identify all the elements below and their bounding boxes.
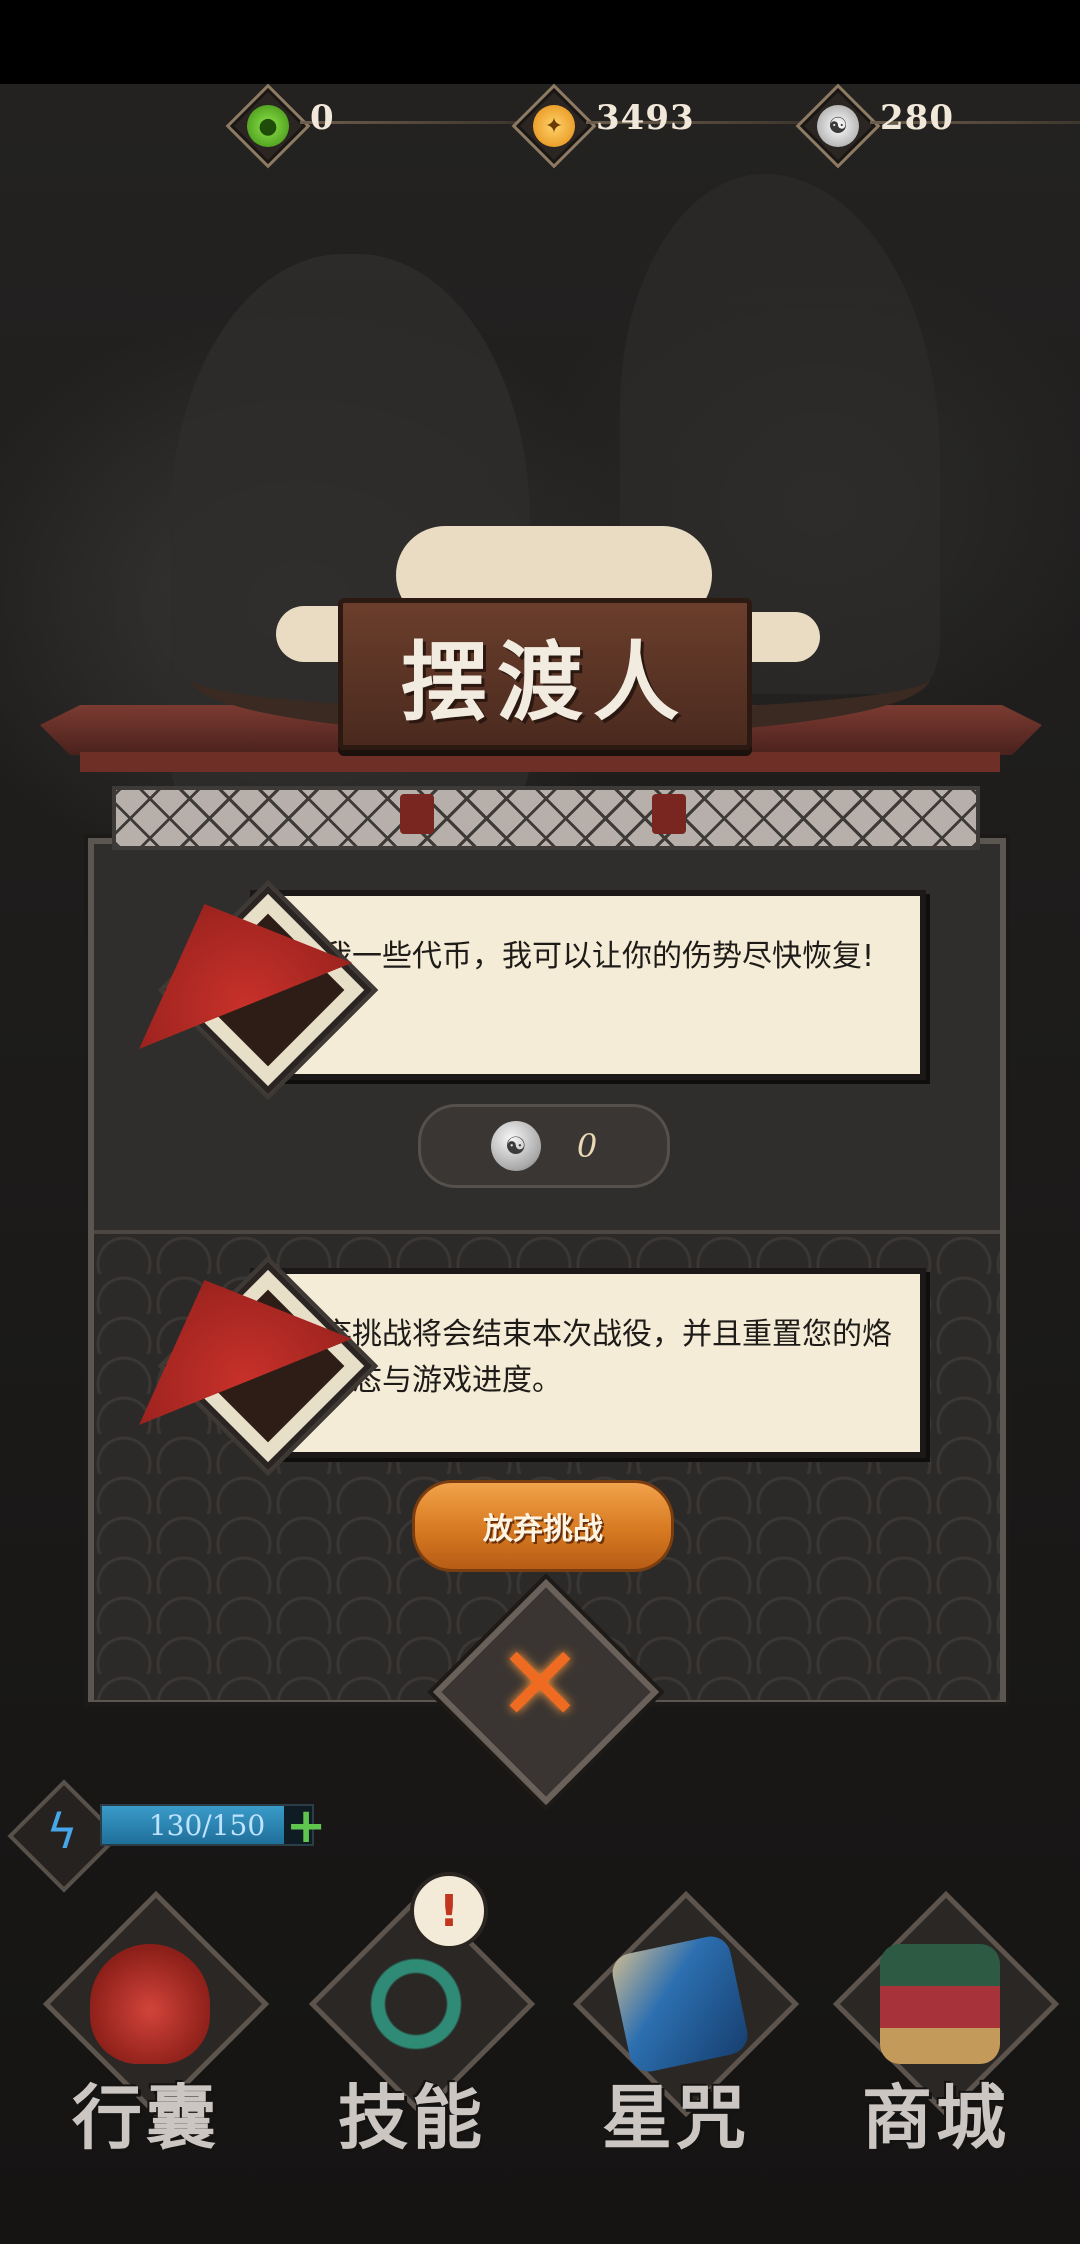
lattice-frieze [112,786,980,850]
nav-shop[interactable]: 商城 [826,1890,1060,2164]
nav-bag[interactable]: 行囊 [36,1890,270,2164]
nav-label: 商城 [862,2076,1010,2159]
abandon-challenge-button[interactable]: 放弃挑战 [412,1480,674,1572]
bag-icon [90,1944,210,2064]
dialog-title: 摆渡人 [401,631,689,733]
flame-ornament-icon [400,794,434,834]
heal-cost-value: 0 [576,1127,598,1165]
nav-star-spell[interactable]: 星咒 [566,1890,800,2164]
heal-message: 给我一些代币，我可以让你的伤势尽快恢复! [292,939,875,974]
energy-text: 130/150 [148,1808,266,1842]
currency-value: 0 [310,98,335,138]
silver-yin-yang-coin-icon: ☯ [817,105,859,147]
roof-band [80,752,1000,772]
nav-skill[interactable]: 技能 [302,1890,536,2164]
currency-value: 3493 [596,98,695,138]
flame-ornament-icon [652,794,686,834]
nav-label: 行囊 [72,2076,220,2159]
heal-cost-display[interactable]: ☯ 0 [418,1104,670,1188]
lightning-icon: ϟ [46,1804,78,1860]
gold-star-coin-icon: ✦ [533,105,575,147]
star-scroll-icon [608,1932,752,2076]
energy-bar: 130/150 [100,1804,314,1846]
close-x-icon[interactable]: ✕ [486,1623,594,1745]
alert-badge: ! [410,1872,488,1950]
add-energy-button[interactable]: + [286,1798,326,1854]
abandon-message: 放弃挑战将会结束本次战役，并且重置您的烙魂状态与游戏进度。 [292,1317,892,1398]
silver-yin-yang-coin-icon: ☯ [490,1121,541,1171]
skill-blade-icon [356,1944,476,2064]
shop-icon [880,1944,1000,2064]
currency-value: 280 [880,98,954,138]
title-plank: 摆渡人 [338,598,752,750]
green-flame-icon: ● [247,105,289,147]
nav-label: 技能 [338,2076,486,2159]
nav-label: 星咒 [602,2076,750,2159]
